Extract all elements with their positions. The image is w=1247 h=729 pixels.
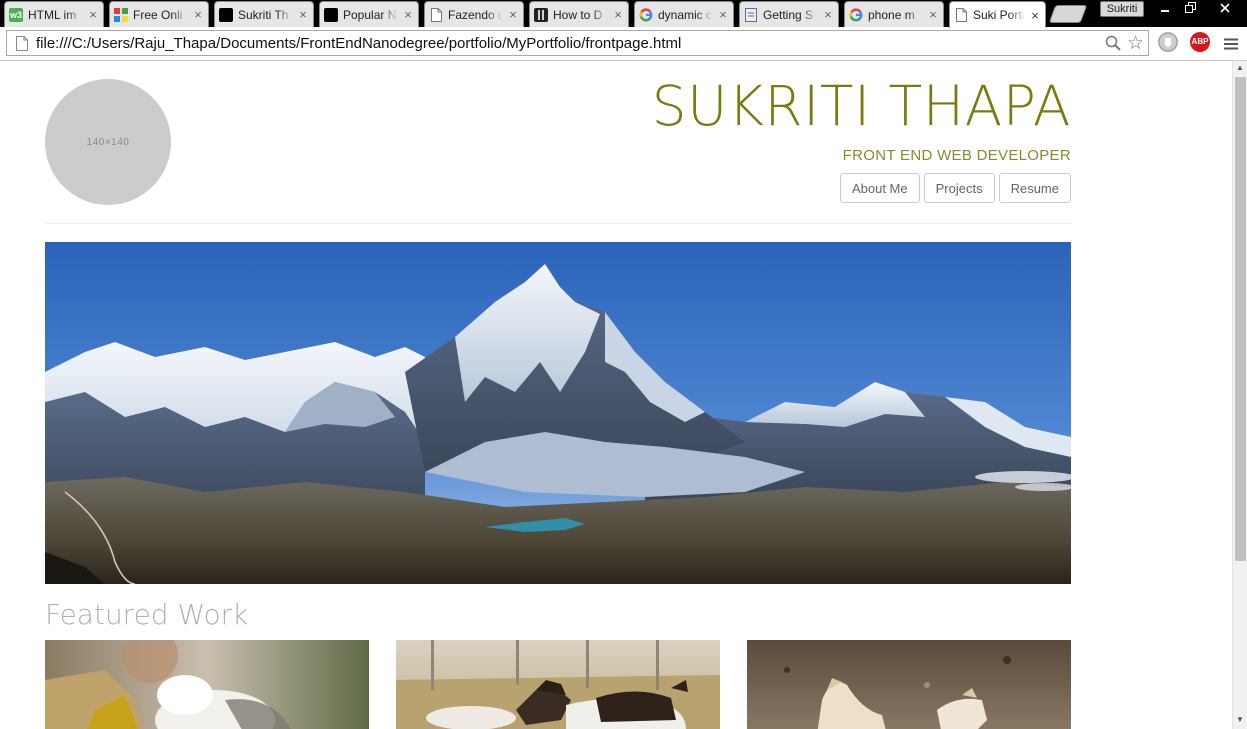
adblock-icon[interactable]: ABP [1190, 32, 1210, 52]
tab-label: Fazendo u [448, 7, 503, 22]
page-title: SUKRITI THAPA [651, 74, 1071, 138]
minimize-icon[interactable] [1152, 0, 1178, 17]
w3-icon: w3 [9, 7, 23, 22]
avatar-placeholder-text: 140×140 [86, 136, 130, 148]
close-icon[interactable]: × [1029, 8, 1041, 23]
tab-popular[interactable]: Popular N × [319, 1, 419, 27]
tab-html-images[interactable]: w3 HTML im × [4, 1, 104, 27]
main-nav: About Me Projects Resume [839, 173, 1071, 203]
close-icon[interactable]: × [297, 7, 309, 22]
extension-shield-icon[interactable] [1158, 32, 1178, 52]
zoom-icon[interactable] [1105, 35, 1121, 56]
tab-strip: w3 HTML im × Free Onli × Sukriti Th × Po… [0, 0, 1247, 28]
tab-free-online[interactable]: Free Onli × [109, 1, 209, 27]
hero-mountain-image [45, 242, 1071, 584]
tab-label: HTML im [28, 7, 77, 22]
tab-getting-started[interactable]: Getting S × [739, 1, 839, 27]
job-title: FRONT END WEB DEVELOPER [842, 147, 1071, 164]
tab-label: Sukriti Th [238, 7, 289, 22]
black-square-icon [219, 7, 233, 22]
address-bar[interactable]: file:///C:/Users/Raju_Thapa/Documents/Fr… [6, 30, 1149, 56]
avatar: 140×140 [45, 79, 171, 205]
featured-work-thumbnail[interactable] [747, 640, 1071, 729]
resume-button[interactable]: Resume [998, 173, 1071, 203]
tab-fazendo[interactable]: Fazendo u × [424, 1, 524, 27]
featured-work-thumbnail[interactable] [45, 640, 369, 729]
vertical-scrollbar[interactable]: ▲ ▼ [1232, 61, 1247, 729]
black-square-icon [324, 7, 338, 22]
scroll-down-arrow-icon[interactable]: ▼ [1236, 715, 1244, 724]
featured-work-thumbnail[interactable] [396, 640, 720, 729]
tab-label: phone m [868, 7, 915, 22]
tab-label: Getting S [763, 7, 814, 22]
tab-how-to[interactable]: How to D × [529, 1, 629, 27]
window-close-icon[interactable] [1209, 0, 1241, 17]
header-divider [45, 223, 1071, 224]
url-text[interactable]: file:///C:/Users/Raju_Thapa/Documents/Fr… [36, 35, 681, 52]
google-icon [849, 7, 863, 22]
close-icon[interactable]: × [717, 7, 729, 22]
google-icon [639, 7, 653, 22]
close-icon[interactable]: × [927, 7, 939, 22]
document-icon [429, 7, 443, 22]
projects-button[interactable]: Projects [923, 173, 995, 203]
menu-icon[interactable] [1224, 37, 1238, 55]
hashnode-icon [534, 7, 548, 22]
browser-toolbar: file:///C:/Users/Raju_Thapa/Documents/Fr… [0, 27, 1247, 61]
tab-phone[interactable]: phone m × [844, 1, 944, 27]
tab-suki-portfolio[interactable]: Suki Porti × [949, 1, 1046, 28]
scrollbar-thumb[interactable] [1235, 77, 1246, 561]
about-me-button[interactable]: About Me [839, 173, 920, 203]
page-icon [14, 35, 30, 51]
tab-dynamic[interactable]: dynamic c × [634, 1, 734, 27]
tab-label: dynamic c [658, 7, 713, 22]
restore-icon[interactable] [1177, 0, 1203, 17]
new-tab-button[interactable] [1048, 5, 1088, 23]
bookmark-star-icon[interactable]: ☆ [1127, 32, 1144, 55]
close-icon[interactable]: × [87, 7, 99, 22]
page-viewport: 140×140 SUKRITI THAPA FRONT END WEB DEVE… [0, 61, 1232, 729]
tab-label: Suki Porti [973, 8, 1025, 22]
close-icon[interactable]: × [192, 7, 204, 22]
tab-label: Popular N [343, 7, 397, 22]
close-icon[interactable]: × [402, 7, 414, 22]
tab-sukriti-thapa[interactable]: Sukriti Th × [214, 1, 314, 27]
grid-icon [114, 7, 128, 22]
gist-icon [744, 7, 758, 22]
document-icon [954, 8, 968, 22]
scroll-up-arrow-icon[interactable]: ▲ [1236, 63, 1244, 72]
tab-label: Free Onli [133, 7, 183, 22]
close-icon[interactable]: × [507, 7, 519, 22]
section-title-featured-work: Featured Work [45, 598, 249, 631]
tab-label: How to D [553, 7, 603, 22]
close-icon[interactable]: × [822, 7, 834, 22]
profile-button[interactable]: Sukriti [1100, 1, 1144, 17]
close-icon[interactable]: × [612, 7, 624, 22]
